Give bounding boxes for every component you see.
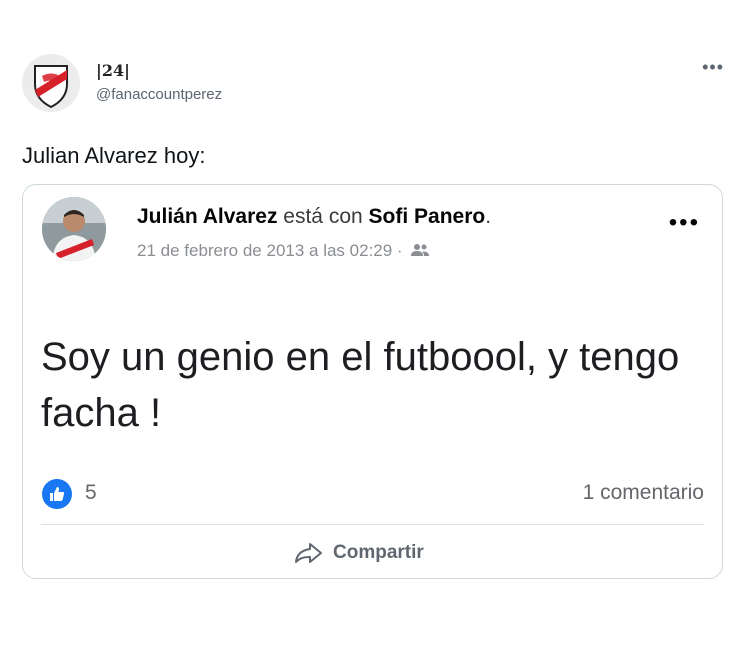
- person-photo-icon: [42, 197, 106, 261]
- tweet-header: |24| @fanaccountperez •••: [22, 52, 730, 116]
- profile-avatar[interactable]: [22, 54, 80, 112]
- comments-count[interactable]: 1 comentario: [583, 481, 704, 505]
- share-button[interactable]: Compartir: [293, 541, 424, 565]
- friends-audience-icon: [411, 242, 430, 262]
- actions-divider: [41, 524, 704, 525]
- post-more-icon[interactable]: •••: [669, 211, 700, 235]
- display-name[interactable]: |24|: [96, 61, 130, 80]
- post-author-line: Julián Alvarez está con Sofi Panero.: [137, 205, 491, 229]
- share-arrow-icon: [295, 543, 322, 563]
- post-date-text[interactable]: 21 de febrero de 2013 a las 02:29 ·: [137, 241, 403, 260]
- post-author-avatar: [42, 197, 106, 261]
- like-reaction-icon[interactable]: [42, 479, 72, 509]
- like-count[interactable]: 5: [85, 481, 97, 505]
- with-connector: está con: [283, 205, 363, 228]
- tweet-text: Julian Alvarez hoy:: [22, 143, 206, 168]
- tagged-friend-name[interactable]: Sofi Panero: [369, 205, 486, 228]
- user-handle[interactable]: @fanaccountperez: [96, 86, 222, 103]
- more-options-icon[interactable]: •••: [702, 58, 724, 76]
- river-plate-crest-icon: [22, 54, 80, 112]
- post-date: 21 de febrero de 2013 a las 02:29 ·: [137, 241, 430, 262]
- post-body-text: Soy un genio en el futboool, y tengo fac…: [41, 335, 680, 435]
- share-label: Compartir: [333, 542, 424, 563]
- post-author-name[interactable]: Julián Alvarez: [137, 205, 277, 228]
- period: .: [485, 205, 492, 228]
- embedded-image-card[interactable]: Julián Alvarez está con Sofi Panero. 21 …: [22, 184, 723, 579]
